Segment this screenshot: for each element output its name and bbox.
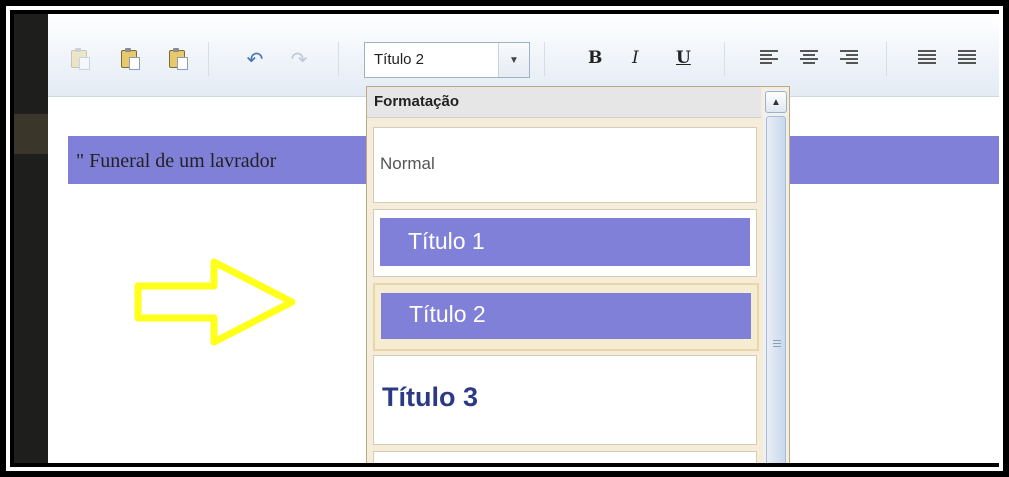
format-option-titulo-1[interactable]: Título 1 xyxy=(373,209,757,277)
format-option-label: Normal xyxy=(380,154,435,173)
dropdown-header: Formatação xyxy=(367,87,761,118)
scrollbar-thumb[interactable] xyxy=(766,116,786,463)
chevron-down-icon[interactable]: ▼ xyxy=(498,43,529,77)
undo-icon[interactable]: ↶ xyxy=(244,48,266,71)
format-option-label: Título 1 xyxy=(408,228,485,254)
italic-button[interactable]: I xyxy=(632,48,639,68)
format-dropdown: Formatação Normal Título 1 Título 2 Títu… xyxy=(366,86,790,463)
document-text[interactable]: " Funeral de um lavrador xyxy=(76,150,276,173)
align-center-icon[interactable] xyxy=(800,50,818,66)
bold-button[interactable]: B xyxy=(588,48,602,68)
toolbar-separator xyxy=(338,42,339,76)
format-option-titulo-3[interactable]: Título 3 xyxy=(373,355,757,445)
copy-icon[interactable] xyxy=(68,48,90,70)
format-option-normal[interactable]: Normal xyxy=(373,127,757,203)
rich-text-editor: ↶ ↷ Título 2 ▼ B I U " Funeral de um lav… xyxy=(48,14,999,463)
editor-toolbar: ↶ ↷ Título 2 ▼ B I U xyxy=(48,14,999,97)
toolbar-separator xyxy=(208,42,209,76)
paste-icon[interactable] xyxy=(118,48,140,70)
toolbar-separator xyxy=(724,42,725,76)
underline-button[interactable]: U xyxy=(676,48,691,68)
format-option-label: Título 3 xyxy=(382,382,478,412)
align-right-icon[interactable] xyxy=(840,50,858,66)
format-select[interactable]: Título 2 ▼ xyxy=(364,42,530,78)
left-window-strip xyxy=(14,14,48,463)
dropdown-scrollbar[interactable]: ▲ xyxy=(763,89,787,463)
arrow-annotation-icon xyxy=(134,258,296,346)
format-option-titulo-2[interactable]: Título 2 xyxy=(373,283,759,351)
format-option-next[interactable] xyxy=(373,451,757,463)
numbered-list-icon[interactable] xyxy=(918,50,936,66)
toolbar-separator xyxy=(544,42,545,76)
align-left-icon[interactable] xyxy=(760,50,778,66)
scroll-up-icon[interactable]: ▲ xyxy=(765,91,787,113)
paste-text-icon[interactable] xyxy=(166,48,188,70)
format-select-value: Título 2 xyxy=(374,51,425,68)
toolbar-separator xyxy=(886,42,887,76)
dropdown-header-label: Formatação xyxy=(374,93,460,110)
bulleted-list-icon[interactable] xyxy=(958,50,976,66)
redo-icon[interactable]: ↷ xyxy=(288,48,310,71)
format-option-label: Título 2 xyxy=(409,301,486,327)
